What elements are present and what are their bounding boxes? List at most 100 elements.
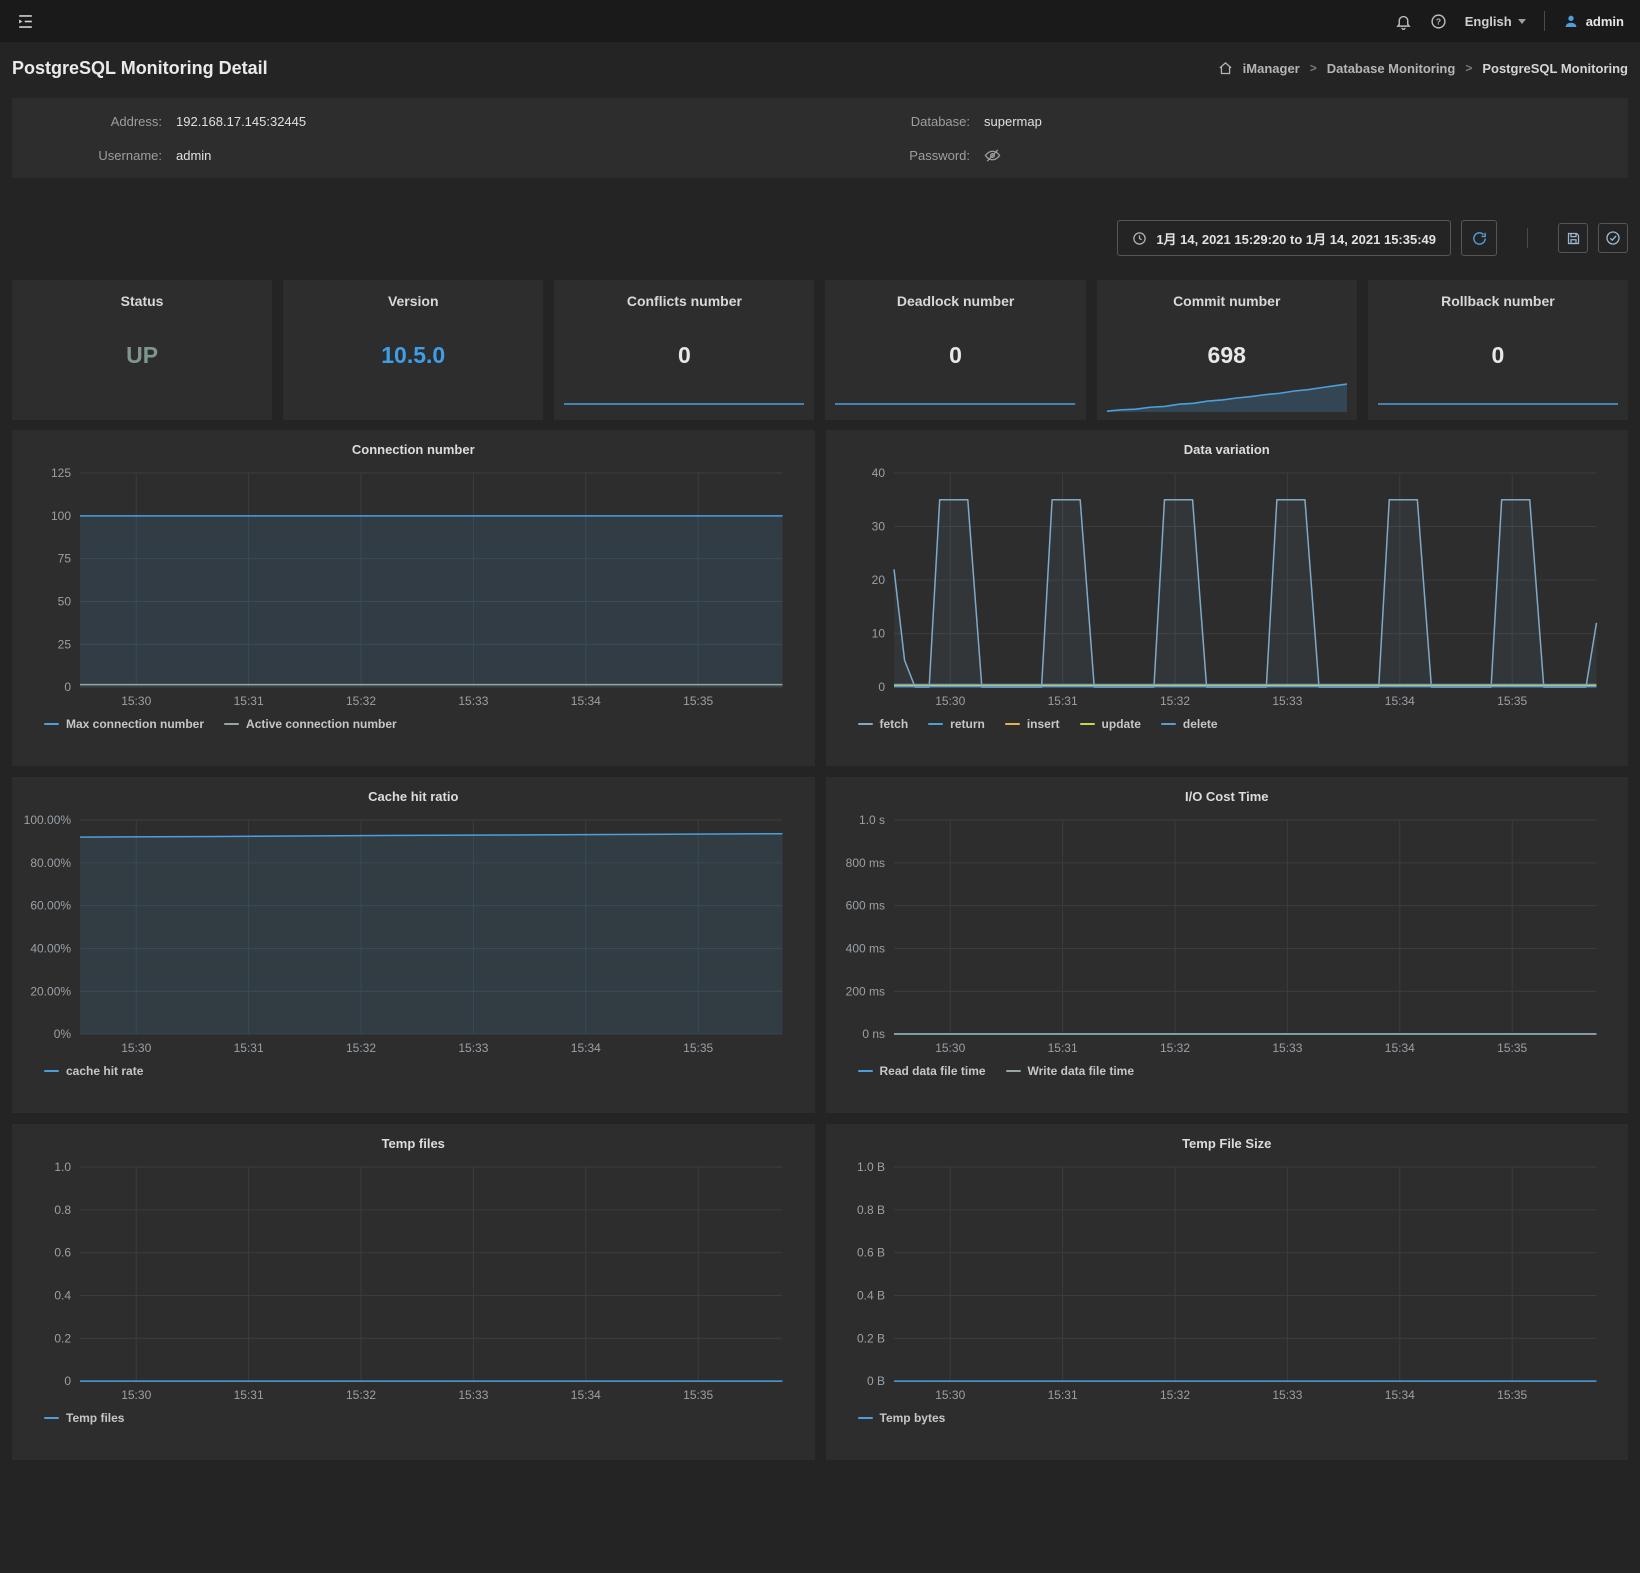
legend-item[interactable]: cache hit rate [44,1064,143,1078]
breadcrumb-separator: > [1310,61,1317,75]
sidebar-toggle-icon[interactable] [16,12,35,31]
svg-text:0: 0 [878,680,885,694]
svg-text:0 ns: 0 ns [862,1027,885,1041]
username-label: admin [1586,14,1624,29]
refresh-icon [1471,230,1488,247]
legend-swatch [858,723,873,725]
svg-text:15:32: 15:32 [1160,1041,1190,1055]
legend-label: Temp files [66,1411,124,1425]
stat-label: Conflicts number [627,293,742,309]
legend-item[interactable]: Temp files [44,1411,124,1425]
legend-swatch [928,723,943,725]
page-title: PostgreSQL Monitoring Detail [12,58,268,79]
stat-sparkline [835,380,1075,414]
legend-swatch [44,1070,59,1072]
chart-plot-area[interactable]: 0 B0.2 B0.4 B0.6 B0.8 B1.0 B15:3015:3115… [826,1157,1629,1409]
stat-label: Version [388,293,439,309]
svg-text:15:34: 15:34 [571,1041,601,1055]
chart-temp-file-size: Temp File Size 0 B0.2 B0.4 B0.6 B0.8 B1.… [826,1124,1629,1460]
svg-text:1.0 s: 1.0 s [859,813,885,827]
breadcrumb-imanager[interactable]: iManager [1243,61,1300,76]
legend-item[interactable]: Max connection number [44,717,204,731]
stat-label: Rollback number [1441,293,1555,309]
svg-text:0.4 B: 0.4 B [857,1288,885,1302]
stat-cards-row: Status UP Version 10.5.0 Conflicts numbe… [12,280,1628,420]
password-reveal-eye-icon[interactable] [984,147,1001,164]
svg-text:1.0: 1.0 [54,1160,71,1174]
chart-cache-hit-ratio: Cache hit ratio 0%20.00%40.00%60.00%80.0… [12,777,815,1113]
breadcrumb-database-monitoring[interactable]: Database Monitoring [1327,61,1456,76]
svg-text:0.8 B: 0.8 B [857,1203,885,1217]
time-range-picker[interactable]: 1月 14, 2021 15:29:20 to 1月 14, 2021 15:3… [1117,220,1451,256]
chart-plot-area[interactable]: 00.20.40.60.81.015:3015:3115:3215:3315:3… [12,1157,815,1409]
toolbar-divider [1527,228,1528,248]
chart-data-variation: Data variation 01020304015:3015:3115:321… [826,430,1629,766]
svg-text:0.2: 0.2 [54,1331,71,1345]
stat-label: Status [121,293,164,309]
legend-swatch [858,1417,873,1419]
legend-item[interactable]: Active connection number [224,717,397,731]
user-menu[interactable]: admin [1563,13,1624,29]
svg-text:15:34: 15:34 [1384,1388,1414,1402]
svg-text:15:35: 15:35 [1497,1388,1527,1402]
chart-legend: Read data file time Write data file time [826,1064,1629,1078]
svg-text:60.00%: 60.00% [30,899,71,913]
apply-button[interactable] [1598,223,1628,253]
chart-plot-area[interactable]: 0%20.00%40.00%60.00%80.00%100.00%15:3015… [12,810,815,1062]
legend-label: Max connection number [66,717,204,731]
page-header: PostgreSQL Monitoring Detail iManager > … [0,42,1640,94]
svg-text:15:31: 15:31 [1047,694,1077,708]
chart-io-cost-time: I/O Cost Time 0 ns200 ms400 ms600 ms800 … [826,777,1629,1113]
svg-text:25: 25 [58,637,72,651]
legend-label: Temp bytes [880,1411,946,1425]
chevron-down-icon [1518,19,1526,24]
legend-item[interactable]: return [928,717,985,731]
help-icon[interactable]: ? [1430,13,1447,30]
stat-label: Deadlock number [897,293,1014,309]
svg-text:400 ms: 400 ms [845,941,884,955]
legend-item[interactable]: Temp bytes [858,1411,946,1425]
svg-text:15:33: 15:33 [458,1041,488,1055]
language-selector[interactable]: English [1465,14,1526,29]
legend-swatch [858,1070,873,1072]
chart-legend: Max connection number Active connection n… [12,717,815,731]
svg-text:15:30: 15:30 [121,694,151,708]
save-button[interactable] [1558,223,1588,253]
legend-label: insert [1027,717,1060,731]
notifications-bell-icon[interactable] [1395,13,1412,30]
stat-card-commit: Commit number 698 [1097,280,1357,420]
stat-sparkline [564,380,804,414]
stat-card-version: Version 10.5.0 [283,280,543,420]
stat-card-status: Status UP [12,280,272,420]
database-label: Database: [820,114,970,129]
home-icon[interactable] [1218,61,1233,76]
chart-legend: Temp bytes [826,1411,1629,1425]
svg-text:?: ? [1436,16,1441,26]
chart-plot-area[interactable]: 025507510012515:3015:3115:3215:3315:3415… [12,463,815,715]
legend-item[interactable]: Read data file time [858,1064,986,1078]
svg-text:15:31: 15:31 [1047,1041,1077,1055]
legend-item[interactable]: Write data file time [1006,1064,1134,1078]
legend-label: Write data file time [1028,1064,1134,1078]
legend-swatch [44,1417,59,1419]
chart-plot-area[interactable]: 01020304015:3015:3115:3215:3315:3415:35 [826,463,1629,715]
svg-text:0.4: 0.4 [54,1288,71,1302]
svg-text:10: 10 [871,627,885,641]
chart-title: Data variation [826,442,1629,457]
svg-text:15:35: 15:35 [683,694,713,708]
legend-item[interactable]: insert [1005,717,1060,731]
legend-swatch [1161,723,1176,725]
user-icon [1563,13,1579,29]
chart-temp-files: Temp files 00.20.40.60.81.015:3015:3115:… [12,1124,815,1460]
refresh-button[interactable] [1461,220,1497,256]
legend-item[interactable]: fetch [858,717,909,731]
legend-item[interactable]: update [1080,717,1141,731]
svg-text:0 B: 0 B [867,1374,885,1388]
svg-text:15:33: 15:33 [1272,1041,1302,1055]
chart-title: Cache hit ratio [12,789,815,804]
legend-swatch [224,723,239,725]
svg-text:15:34: 15:34 [571,1388,601,1402]
svg-text:15:33: 15:33 [1272,1388,1302,1402]
chart-plot-area[interactable]: 0 ns200 ms400 ms600 ms800 ms1.0 s15:3015… [826,810,1629,1062]
legend-item[interactable]: delete [1161,717,1218,731]
